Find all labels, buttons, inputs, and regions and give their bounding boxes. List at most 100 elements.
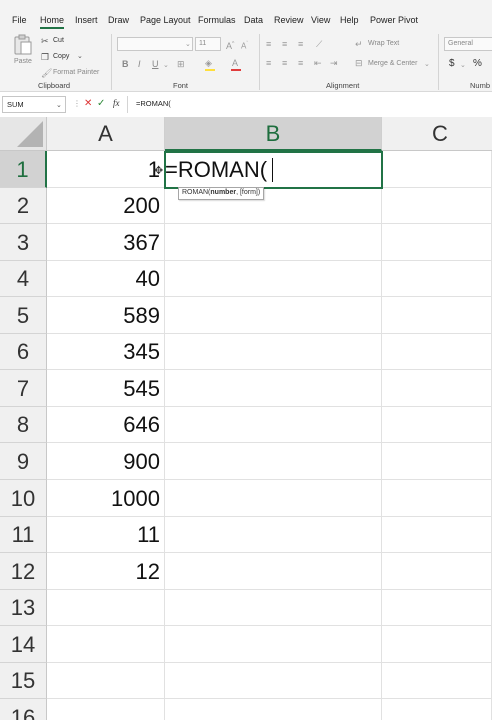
merge-dropdown-icon[interactable]: ⌄ (424, 60, 430, 70)
tooltip-current-arg[interactable]: number (210, 189, 236, 196)
tab-view[interactable]: View (311, 15, 330, 26)
cell-b13[interactable] (165, 590, 382, 626)
insert-function-icon[interactable]: fx (113, 98, 120, 108)
cell-b6[interactable] (165, 334, 382, 370)
tab-formulas[interactable]: Formulas (198, 15, 236, 26)
align-top-icon[interactable]: ≡ (266, 39, 271, 49)
row-header-7[interactable]: 7 (0, 370, 47, 407)
row-header-5[interactable]: 5 (0, 297, 47, 334)
cell-a6[interactable]: 345 (47, 334, 165, 370)
paste-icon[interactable] (13, 34, 33, 56)
cell-b8[interactable] (165, 407, 382, 443)
cell-b9[interactable] (165, 443, 382, 480)
cell-b5[interactable] (165, 297, 382, 334)
cell-a11[interactable]: 11 (47, 517, 165, 553)
copy-icon[interactable]: ❐ (41, 52, 49, 62)
row-header-11[interactable]: 11 (0, 517, 47, 553)
cell-b12[interactable] (165, 553, 382, 590)
formula-input[interactable]: =ROMAN( (127, 96, 492, 113)
cell-c14[interactable] (382, 626, 492, 663)
align-right-icon[interactable]: ≡ (298, 58, 303, 68)
row-header-2[interactable]: 2 (0, 188, 47, 224)
cell-a5[interactable]: 589 (47, 297, 165, 334)
tab-review[interactable]: Review (274, 15, 304, 26)
cell-a9[interactable]: 900 (47, 443, 165, 480)
decrease-indent-icon[interactable]: ⇤ (314, 58, 322, 68)
orientation-icon[interactable]: ⟋ (316, 39, 322, 49)
cell-c1[interactable] (382, 151, 492, 188)
row-header-6[interactable]: 6 (0, 334, 47, 370)
tab-help[interactable]: Help (340, 15, 359, 26)
cell-c6[interactable] (382, 334, 492, 370)
tab-draw[interactable]: Draw (108, 15, 129, 26)
cell-c2[interactable] (382, 188, 492, 224)
row-header-9[interactable]: 9 (0, 443, 47, 480)
cell-a3[interactable]: 367 (47, 224, 165, 261)
cell-b15[interactable] (165, 663, 382, 699)
name-box-dropdown-icon[interactable]: ⌄ (56, 101, 62, 109)
merge-center-button[interactable]: Merge & Center (368, 60, 417, 67)
cell-b10[interactable] (165, 480, 382, 517)
cut-button[interactable]: Cut (53, 37, 64, 44)
increase-indent-icon[interactable]: ⇥ (330, 58, 338, 68)
row-header-1[interactable]: 1 (0, 151, 47, 188)
cell-c9[interactable] (382, 443, 492, 480)
align-left-icon[interactable]: ≡ (266, 58, 271, 68)
tab-home[interactable]: Home (40, 15, 64, 26)
decrease-font-icon[interactable]: Aˇ (241, 39, 248, 52)
format-painter-icon[interactable]: 🖌 (41, 68, 52, 78)
column-header-c[interactable]: C (382, 117, 492, 151)
cell-a14[interactable] (47, 626, 165, 663)
italic-button[interactable]: I (138, 59, 141, 69)
font-name-combo[interactable] (117, 37, 193, 51)
row-header-3[interactable]: 3 (0, 224, 47, 261)
tab-data[interactable]: Data (244, 15, 263, 26)
row-header-8[interactable]: 8 (0, 407, 47, 443)
percent-button[interactable]: % (473, 58, 482, 69)
copy-button[interactable]: Copy (53, 53, 69, 60)
cell-b14[interactable] (165, 626, 382, 663)
borders-icon[interactable]: ⊞ (177, 59, 185, 69)
merge-center-icon[interactable]: ⊟ (355, 58, 363, 68)
font-color-icon[interactable]: A (232, 58, 238, 68)
cell-b7[interactable] (165, 370, 382, 407)
wrap-text-button[interactable]: Wrap Text (368, 40, 399, 47)
paste-button[interactable]: Paste (14, 58, 32, 65)
cell-c10[interactable] (382, 480, 492, 517)
currency-button[interactable]: $ (449, 58, 455, 69)
row-header-4[interactable]: 4 (0, 261, 47, 297)
select-all-corner[interactable] (0, 117, 47, 151)
cell-c11[interactable] (382, 517, 492, 553)
cell-b3[interactable] (165, 224, 382, 261)
increase-font-icon[interactable]: A^ (226, 39, 234, 51)
cell-c16[interactable] (382, 699, 492, 720)
cell-a13[interactable] (47, 590, 165, 626)
tab-file[interactable]: File (12, 15, 27, 26)
cell-a8[interactable]: 646 (47, 407, 165, 443)
row-header-12[interactable]: 12 (0, 553, 47, 590)
row-header-15[interactable]: 15 (0, 663, 47, 699)
column-header-b[interactable]: B (165, 117, 382, 151)
tab-page-layout[interactable]: Page Layout (140, 15, 191, 26)
underline-dropdown-icon[interactable]: ⌄ (163, 61, 169, 71)
tab-power-pivot[interactable]: Power Pivot (370, 15, 418, 26)
font-name-dropdown-icon[interactable]: ⌄ (185, 40, 191, 50)
column-header-a[interactable]: A (47, 117, 165, 151)
currency-dropdown-icon[interactable]: ⌄ (460, 61, 466, 71)
tab-insert[interactable]: Insert (75, 15, 98, 26)
align-middle-icon[interactable]: ≡ (282, 39, 287, 49)
cell-c13[interactable] (382, 590, 492, 626)
bold-button[interactable]: B (122, 59, 129, 69)
copy-dropdown-icon[interactable]: ⌄ (77, 52, 83, 62)
align-bottom-icon[interactable]: ≡ (298, 39, 303, 49)
cell-a15[interactable] (47, 663, 165, 699)
row-header-14[interactable]: 14 (0, 626, 47, 663)
underline-button[interactable]: U (152, 59, 159, 69)
cut-icon[interactable]: ✂ (41, 36, 49, 46)
cell-c12[interactable] (382, 553, 492, 590)
cell-c15[interactable] (382, 663, 492, 699)
format-painter-button[interactable]: Format Painter (53, 69, 99, 76)
row-header-13[interactable]: 13 (0, 590, 47, 626)
fill-color-icon[interactable]: ◈ (205, 58, 212, 68)
cell-c5[interactable] (382, 297, 492, 334)
